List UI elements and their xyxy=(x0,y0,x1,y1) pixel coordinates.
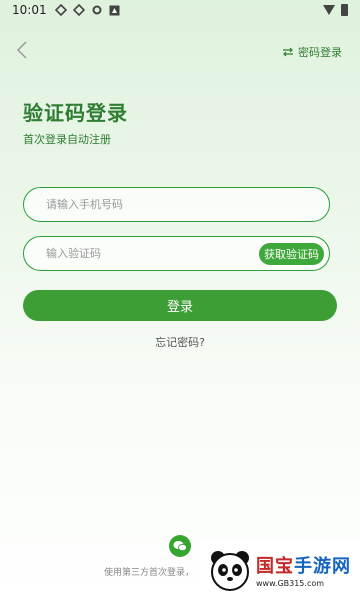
password-login-label: 密码登录 xyxy=(298,46,342,59)
phone-field[interactable] xyxy=(23,187,330,222)
notification-icon xyxy=(54,4,67,16)
settings-icon xyxy=(91,4,103,16)
watermark-url: www.GB315.com xyxy=(256,579,325,588)
status-right xyxy=(323,4,348,16)
third-party-notice: 使用第三方首次登录， xyxy=(104,568,195,578)
wifi-icon xyxy=(323,5,335,15)
app-icon xyxy=(109,4,121,16)
battery-icon xyxy=(341,4,348,16)
back-button[interactable] xyxy=(12,40,32,60)
page-title: 验证码登录 xyxy=(23,101,128,125)
login-button[interactable]: 登录 xyxy=(23,290,337,321)
get-code-button[interactable]: 获取验证码 xyxy=(259,243,324,265)
forgot-password-link[interactable]: 忘记密码? xyxy=(0,334,360,350)
watermark-title: 国宝手游网 xyxy=(256,552,351,578)
watermark-text: 国宝手游网 www.GB315.com xyxy=(256,552,351,588)
watermark-title-part2: 手游网 xyxy=(294,556,351,577)
switch-arrows-icon xyxy=(283,47,293,57)
page-subtitle: 首次登录自动注册 xyxy=(23,133,111,146)
chevron-left-icon xyxy=(16,41,27,59)
panda-logo-icon xyxy=(211,551,249,591)
status-time: 10:01 xyxy=(12,3,47,17)
watermark: 国宝手游网 www.GB315.com xyxy=(200,540,360,600)
password-login-link[interactable]: 密码登录 xyxy=(282,44,342,60)
notification-icon xyxy=(72,4,85,16)
status-bar: 10:01 xyxy=(0,0,360,20)
phone-input[interactable] xyxy=(46,198,246,211)
status-icons xyxy=(54,4,121,16)
code-input[interactable] xyxy=(46,247,246,260)
wechat-icon xyxy=(173,541,187,552)
code-field[interactable]: 获取验证码 xyxy=(23,236,330,271)
wechat-login-button[interactable] xyxy=(169,535,191,557)
watermark-title-part1: 国宝 xyxy=(256,556,294,577)
